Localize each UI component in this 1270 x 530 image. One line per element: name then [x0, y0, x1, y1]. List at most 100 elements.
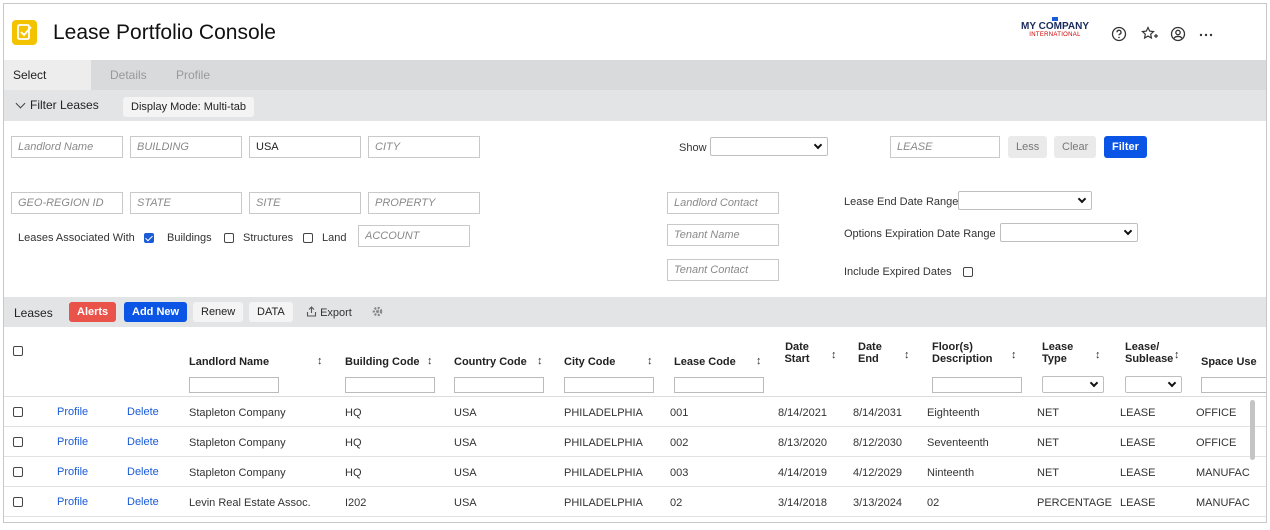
col-landlord-name[interactable]: Landlord Name [189, 356, 269, 368]
landlord-name-input[interactable] [11, 136, 123, 158]
landlord-cell: Stapleton Company [189, 467, 286, 479]
sort-icon[interactable]: ↕ [537, 355, 543, 367]
col-lease-code[interactable]: Lease Code [674, 356, 736, 368]
row-checkbox[interactable] [13, 497, 23, 507]
floor-column-filter[interactable] [932, 377, 1022, 393]
col-city-code[interactable]: City Code [564, 356, 615, 368]
col-floor-description[interactable]: Floor(s) Description [932, 341, 993, 365]
row-checkbox[interactable] [13, 467, 23, 477]
lease-end-date-select[interactable] [958, 191, 1092, 210]
lease-type-cell: NET [1037, 467, 1059, 479]
add-new-button[interactable]: Add New [124, 302, 188, 322]
country-input[interactable] [249, 136, 361, 158]
gear-icon[interactable] [371, 305, 384, 321]
less-button[interactable]: Less [1008, 136, 1048, 158]
property-input[interactable] [368, 192, 480, 214]
col-lease-sublease[interactable]: Lease/Sublease [1125, 341, 1173, 365]
profile-link[interactable]: Profile [57, 466, 88, 478]
filter-button[interactable]: Filter [1104, 136, 1147, 158]
tab-profile[interactable]: Profile [167, 60, 219, 90]
sort-icon[interactable]: ↕ [1174, 349, 1180, 361]
more-options-icon[interactable] [1198, 26, 1214, 42]
table-row[interactable]: Profile Delete Stapleton Company HQ USA … [4, 427, 1266, 457]
land-checkbox[interactable] [303, 233, 313, 243]
col-country-code[interactable]: Country Code [454, 356, 527, 368]
include-expired-checkbox[interactable] [963, 267, 973, 277]
sublease-cell: LEASE [1120, 497, 1156, 509]
renew-button[interactable]: Renew [193, 302, 244, 322]
alerts-button[interactable]: Alerts [69, 302, 117, 322]
sort-icon[interactable]: ↕ [756, 355, 762, 367]
select-all-checkbox[interactable] [13, 346, 23, 356]
col-date-end[interactable]: Date End [858, 341, 882, 365]
building-column-filter[interactable] [345, 377, 435, 393]
space-use-cell: MANUFAC [1196, 467, 1250, 479]
country-column-filter[interactable] [454, 377, 544, 393]
col-building-code[interactable]: Building Code [345, 356, 420, 368]
building-input[interactable] [130, 136, 242, 158]
sort-icon[interactable]: ↕ [317, 355, 323, 367]
city-input[interactable] [368, 136, 480, 158]
account-input[interactable] [358, 225, 470, 247]
space-use-column-filter[interactable] [1201, 377, 1266, 393]
buildings-checkbox[interactable] [144, 233, 154, 243]
leases-title: Leases [14, 306, 53, 320]
col-date-start-line2: Start [784, 353, 810, 365]
delete-link[interactable]: Delete [127, 436, 159, 448]
tab-details[interactable]: Details [101, 60, 156, 90]
row-checkbox[interactable] [13, 437, 23, 447]
app-window: Lease Portfolio Console MY COMPANY INTER… [3, 3, 1267, 523]
landlord-cell: Levin Real Estate Assoc. [189, 497, 311, 509]
tenant-name-input[interactable] [667, 224, 779, 246]
city-cell: PHILADELPHIA [564, 437, 643, 449]
sort-icon[interactable]: ↕ [1011, 349, 1017, 361]
favorites-icon[interactable] [1141, 26, 1158, 42]
profile-link[interactable]: Profile [57, 436, 88, 448]
profile-link[interactable]: Profile [57, 496, 88, 508]
sort-icon[interactable]: ↕ [1095, 349, 1101, 361]
geo-region-input[interactable] [11, 192, 123, 214]
table-row[interactable]: Profile Delete Stapleton Company HQ USA … [4, 457, 1266, 487]
tab-select-lease[interactable]: Select Lease [4, 60, 91, 113]
col-lease-type[interactable]: Lease Type [1042, 341, 1073, 365]
show-label: Show [679, 142, 707, 154]
landlord-contact-input[interactable] [667, 192, 779, 214]
sort-icon[interactable]: ↕ [647, 355, 653, 367]
sort-icon[interactable]: ↕ [427, 355, 433, 367]
table-row[interactable]: Profile Delete Levin Real Estate Assoc. … [4, 487, 1266, 517]
data-button[interactable]: DATA [249, 302, 293, 322]
col-space-use[interactable]: Space Use [1201, 356, 1257, 368]
sort-icon[interactable]: ↕ [831, 349, 837, 361]
state-input[interactable] [130, 192, 242, 214]
lease-type-select[interactable] [1042, 376, 1104, 393]
site-input[interactable] [249, 192, 361, 214]
city-column-filter[interactable] [564, 377, 654, 393]
lease-input[interactable] [890, 136, 1000, 158]
delete-link[interactable]: Delete [127, 466, 159, 478]
landlord-cell: Stapleton Company [189, 407, 286, 419]
options-expiration-select[interactable] [1000, 223, 1138, 242]
help-icon[interactable] [1111, 26, 1127, 42]
show-select[interactable] [710, 137, 828, 156]
row-checkbox[interactable] [13, 407, 23, 417]
building-cell: I202 [345, 497, 367, 509]
clear-button[interactable]: Clear [1054, 136, 1097, 158]
landlord-column-filter[interactable] [189, 377, 279, 393]
delete-link[interactable]: Delete [127, 406, 159, 418]
sort-icon[interactable]: ↕ [904, 349, 910, 361]
lease-code-column-filter[interactable] [674, 377, 764, 393]
sublease-select[interactable] [1125, 376, 1182, 393]
display-mode-button[interactable]: Display Mode: Multi-tab [123, 97, 254, 117]
table-row[interactable]: Profile Delete Stapleton Company HQ USA … [4, 397, 1266, 427]
col-date-start[interactable]: Date Start [783, 341, 811, 365]
tenant-contact-input[interactable] [667, 259, 779, 281]
building-cell: HQ [345, 467, 362, 479]
filter-toggle[interactable]: Filter Leases [14, 98, 99, 112]
structures-checkbox[interactable] [224, 233, 234, 243]
table-scrollbar[interactable] [1250, 400, 1255, 460]
user-account-icon[interactable] [1170, 26, 1186, 42]
export-button[interactable]: Export [306, 306, 352, 319]
export-label: Export [320, 307, 352, 319]
delete-link[interactable]: Delete [127, 496, 159, 508]
profile-link[interactable]: Profile [57, 406, 88, 418]
